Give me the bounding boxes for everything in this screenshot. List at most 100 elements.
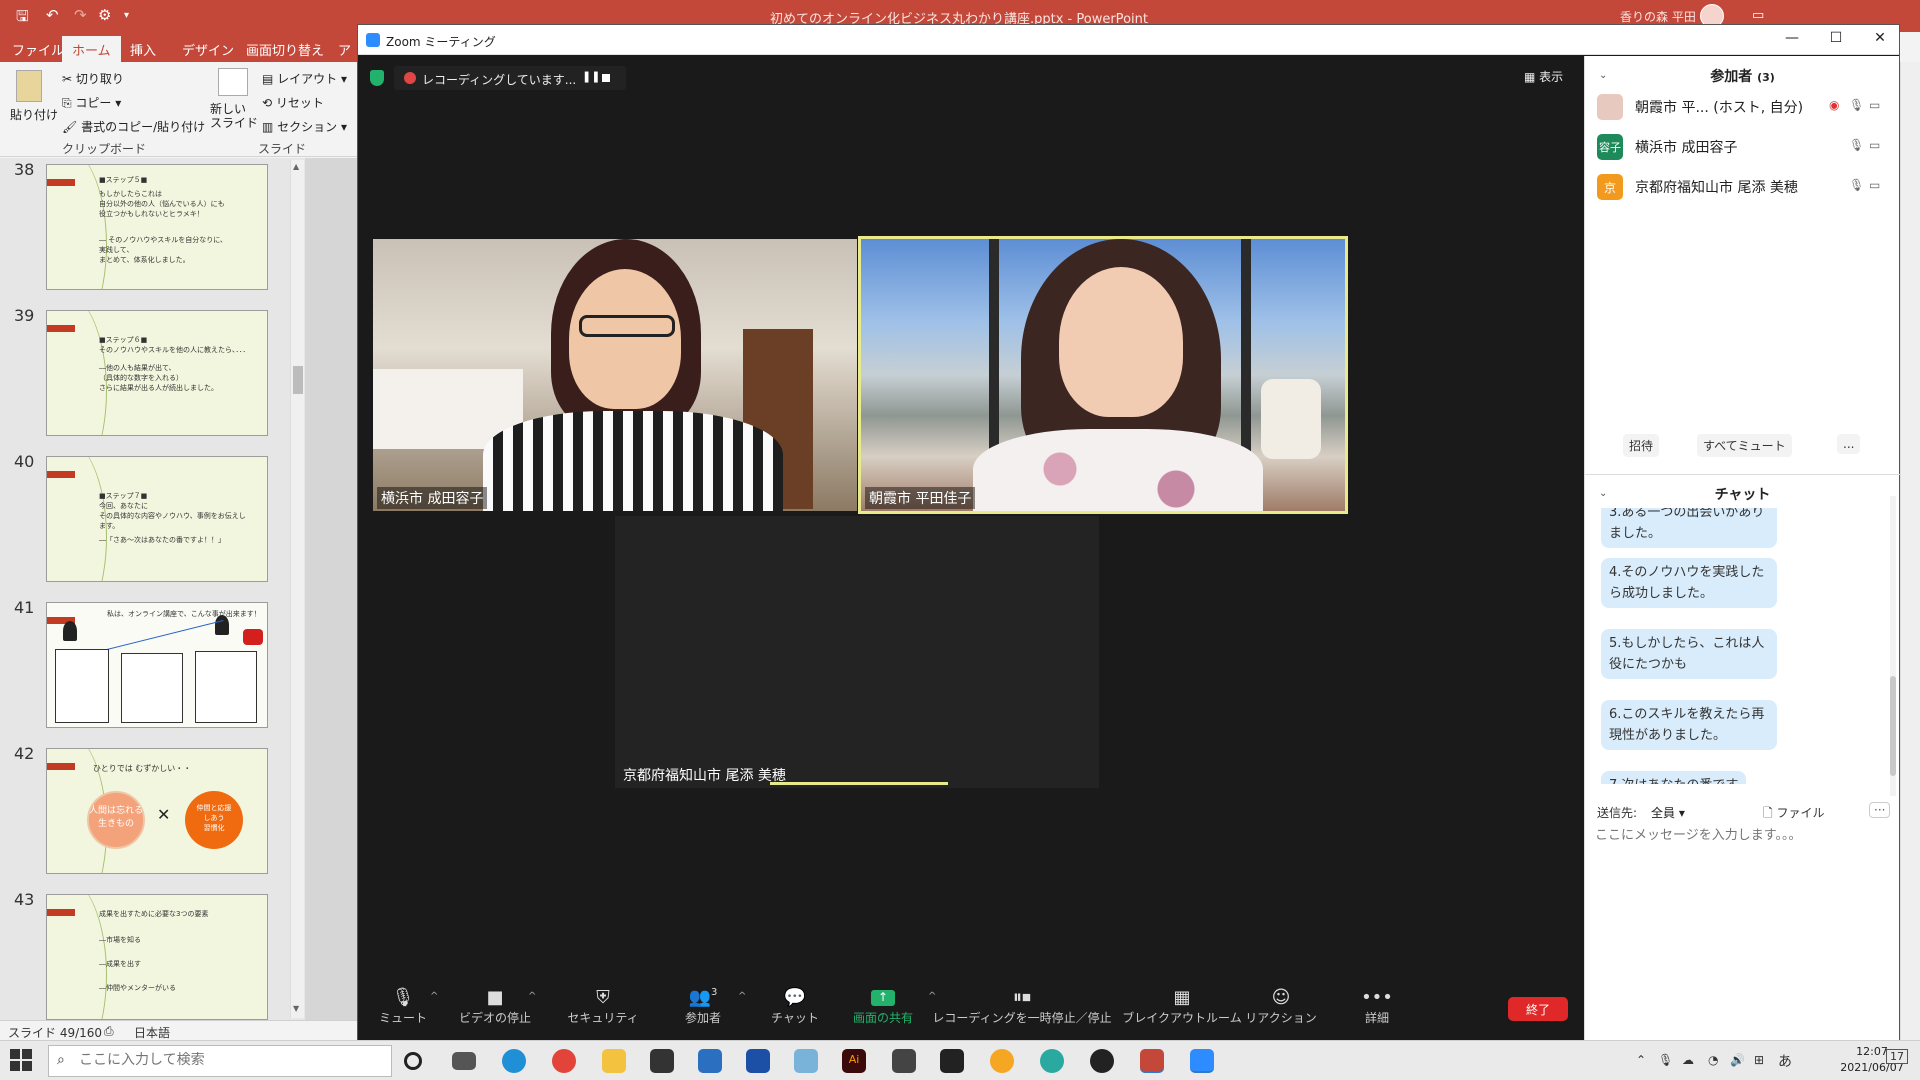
user-name[interactable]: 香りの森 平田 (1620, 8, 1696, 25)
tab-insert[interactable]: 挿入 (130, 40, 156, 59)
mute-all-button[interactable]: すべてミュート (1697, 434, 1792, 457)
ribbon-display-icon[interactable]: ▭ (1752, 8, 1764, 23)
video-camera-icon[interactable]: ▭ (1869, 138, 1880, 152)
maximize-icon[interactable]: ☐ (1826, 30, 1846, 46)
slide-thumbnail-39[interactable]: ■ステップ６■ そのノウハウやスキルを他の人に教えたら、．．． ―他の人も結果が… (46, 310, 268, 436)
wifi-icon[interactable]: ◔ (1708, 1053, 1718, 1067)
video-options-caret-icon[interactable]: ^ (528, 991, 536, 1002)
store-icon[interactable] (650, 1049, 674, 1073)
participant-row[interactable]: 容子 横浜市 成田容子 🎙 ▭ (1597, 132, 1893, 162)
accessibility-icon[interactable]: ⎙ (104, 1024, 114, 1039)
video-tile[interactable]: 横浜市 成田容子 (373, 239, 857, 511)
recording-control-button[interactable]: ⏸⏹ レコーディングを一時停止／停止 (932, 983, 1112, 1026)
encryption-shield-icon[interactable] (370, 70, 384, 86)
tab-design[interactable]: デザイン (182, 40, 234, 59)
tab-transitions[interactable]: 画面切り替え (246, 40, 324, 59)
zoom-icon[interactable] (1190, 1049, 1214, 1073)
participant-row[interactable]: 朝霞市 平... (ホスト, 自分) ◉ 🎙 ▭ (1597, 92, 1893, 122)
clipboard-icon[interactable] (16, 70, 42, 102)
minimize-icon[interactable]: — (1782, 30, 1802, 46)
view-button[interactable]: ▦ 表示 (1524, 68, 1563, 85)
language-status[interactable]: 日本語 (134, 1024, 170, 1041)
recording-pause-icon[interactable]: ❚❚ (582, 70, 600, 83)
new-slide-icon[interactable] (218, 68, 248, 96)
video-camera-icon[interactable]: ▭ (1869, 178, 1880, 192)
onedrive-icon[interactable]: ☁ (1682, 1053, 1694, 1067)
reset-button[interactable]: ⟲ リセット (262, 94, 324, 111)
microphone-icon[interactable]: 🎙 (1849, 98, 1864, 112)
search-input[interactable] (79, 1052, 379, 1068)
paste-button[interactable]: 貼り付け (10, 106, 58, 123)
task-view-icon[interactable] (452, 1052, 476, 1070)
scroll-down-icon[interactable]: ▼ (293, 1004, 299, 1013)
layout-button[interactable]: ▤ レイアウト ▾ (262, 70, 347, 87)
mail-icon[interactable] (698, 1049, 722, 1073)
recording-stop-icon[interactable] (602, 74, 610, 82)
participants-button[interactable]: 👥3 参加者 (658, 983, 748, 1026)
customize-icon[interactable]: ⚙ (98, 6, 111, 24)
illustrator-icon[interactable]: Ai (842, 1049, 866, 1073)
chrome-icon[interactable] (552, 1049, 576, 1073)
app-icon[interactable] (794, 1049, 818, 1073)
app-icon[interactable] (1040, 1049, 1064, 1073)
quick-access-dropdown-icon[interactable]: ▾ (124, 10, 129, 21)
chat-message-list[interactable]: 3.ある一つの出会いがありました。 4.そのノウハウを実践したら成功しました。 … (1601, 508, 1881, 784)
participants-more-button[interactable]: ... (1837, 434, 1861, 454)
app-icon[interactable] (990, 1049, 1014, 1073)
slide-thumbnail-41[interactable]: 私は、オンライン講座で、こんな事が出来ます！ (46, 602, 268, 728)
microphone-icon[interactable]: 🎙 (1849, 178, 1864, 192)
video-camera-icon[interactable]: ▭ (1869, 98, 1880, 112)
reactions-button[interactable]: ☺ リアクション (1236, 983, 1326, 1026)
close-icon[interactable]: ✕ (1870, 30, 1890, 46)
invite-button[interactable]: 招待 (1623, 434, 1660, 457)
editor-scrollbar[interactable] (1900, 62, 1920, 1040)
security-button[interactable]: ⛨ セキュリティ (558, 983, 648, 1026)
app-icon[interactable] (940, 1049, 964, 1073)
edge-icon[interactable] (502, 1049, 526, 1073)
scrollbar-thumb[interactable] (1890, 676, 1896, 776)
scrollbar-thumb[interactable] (293, 366, 303, 394)
redo-icon[interactable]: ↷ (74, 6, 87, 24)
format-painter-button[interactable]: 🖌 書式のコピー/貼り付け (62, 118, 205, 135)
volume-icon[interactable]: 🔊 (1730, 1053, 1745, 1067)
chat-button[interactable]: 💬 チャット (750, 983, 840, 1026)
chat-more-button[interactable]: ··· (1869, 802, 1891, 818)
slide-thumbnail-42[interactable]: ひとりでは むずかしい・・ 人間は忘れる 生きもの ✕ 仲間と応援 しあう 習慣化 (46, 748, 268, 874)
mute-button[interactable]: 🎙 ミュート (358, 983, 448, 1026)
tab-home[interactable]: ホーム (62, 36, 121, 62)
chat-message-input[interactable] (1595, 824, 1885, 846)
microphone-icon[interactable]: 🎙 (1849, 138, 1864, 152)
participants-caret-icon[interactable]: ^ (738, 991, 746, 1002)
app-icon[interactable] (746, 1049, 770, 1073)
slide-panel-scrollbar[interactable]: ▲ ▼ (290, 160, 304, 1018)
audio-options-caret-icon[interactable]: ^ (430, 991, 438, 1002)
tray-mic-icon[interactable]: 🎙 (1658, 1053, 1673, 1067)
powerpoint-icon[interactable] (1140, 1049, 1164, 1073)
section-button[interactable]: ▥ セクション ▾ (262, 118, 347, 135)
share-screen-button[interactable]: ↑ 画面の共有 (838, 983, 928, 1026)
notification-center-icon[interactable]: 17 (1886, 1049, 1908, 1064)
ime-indicator[interactable]: あ (1778, 1051, 1792, 1071)
send-to-dropdown[interactable]: 全員 ▾ (1651, 804, 1685, 821)
new-slide-button[interactable]: 新しい スライド (210, 102, 258, 130)
copy-button[interactable]: ⎘ コピー ▾ (62, 94, 121, 111)
windows-start-icon[interactable] (10, 1049, 32, 1071)
ime-mode-icon[interactable]: ⊞ (1754, 1053, 1764, 1067)
tab-file[interactable]: ファイル (12, 40, 64, 59)
cortana-icon[interactable] (404, 1052, 422, 1070)
taskbar-search[interactable]: ⌕ (48, 1045, 392, 1077)
end-meeting-button[interactable]: 終了 (1508, 997, 1568, 1021)
tray-chevron-icon[interactable]: ⌃ (1636, 1053, 1646, 1067)
app-icon[interactable] (1090, 1049, 1114, 1073)
undo-icon[interactable]: ↶ (46, 6, 59, 24)
video-tile-camera-off[interactable]: 京都府福知山市 尾添 美穂 (615, 516, 1099, 788)
cut-button[interactable]: ✂ 切り取り (62, 70, 124, 87)
breakout-rooms-button[interactable]: ▦ ブレイクアウトルーム (1122, 983, 1242, 1026)
chat-scrollbar[interactable] (1890, 496, 1896, 796)
more-button[interactable]: ••• 詳細 (1332, 983, 1422, 1026)
file-explorer-icon[interactable] (602, 1049, 626, 1073)
slide-thumbnail-40[interactable]: ■ステップ７■ 今回、あなたに その具体的な内容やノウハウ、事例をお伝えし ます… (46, 456, 268, 582)
stop-video-button[interactable]: ■ ビデオの停止 (450, 983, 540, 1026)
save-icon[interactable]: 🖫 (16, 6, 29, 31)
slide-thumbnail-43[interactable]: 成果を出すために必要な3つの要素 ―市場を知る ―成果を出す ―仲間やメンターが… (46, 894, 268, 1020)
